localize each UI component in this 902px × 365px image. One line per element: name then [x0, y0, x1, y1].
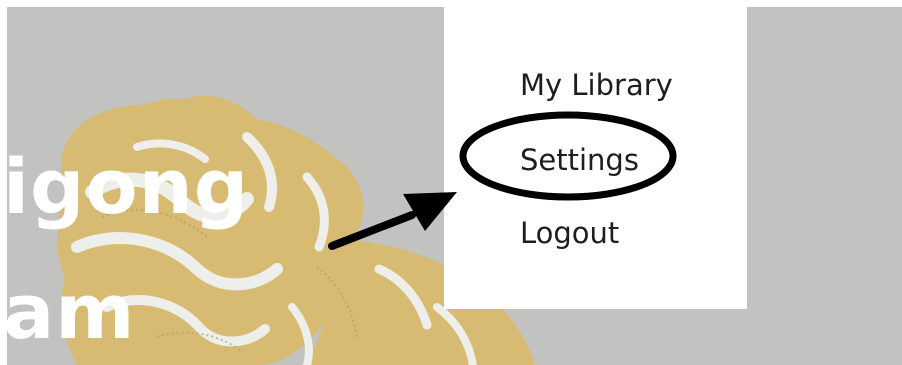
account-dropdown-menu: My Library Settings Logout: [444, 7, 747, 309]
menu-item-my-library[interactable]: My Library: [520, 71, 673, 100]
hero-title-line-1: igong: [7, 142, 250, 231]
menu-item-logout[interactable]: Logout: [520, 219, 619, 248]
hero-title-line-2: am: [7, 267, 136, 356]
menu-item-settings[interactable]: Settings: [520, 146, 639, 175]
screenshot-frame: igong am My Library Settings Logout: [0, 0, 902, 365]
hero-banner: igong am My Library Settings Logout: [7, 7, 902, 365]
